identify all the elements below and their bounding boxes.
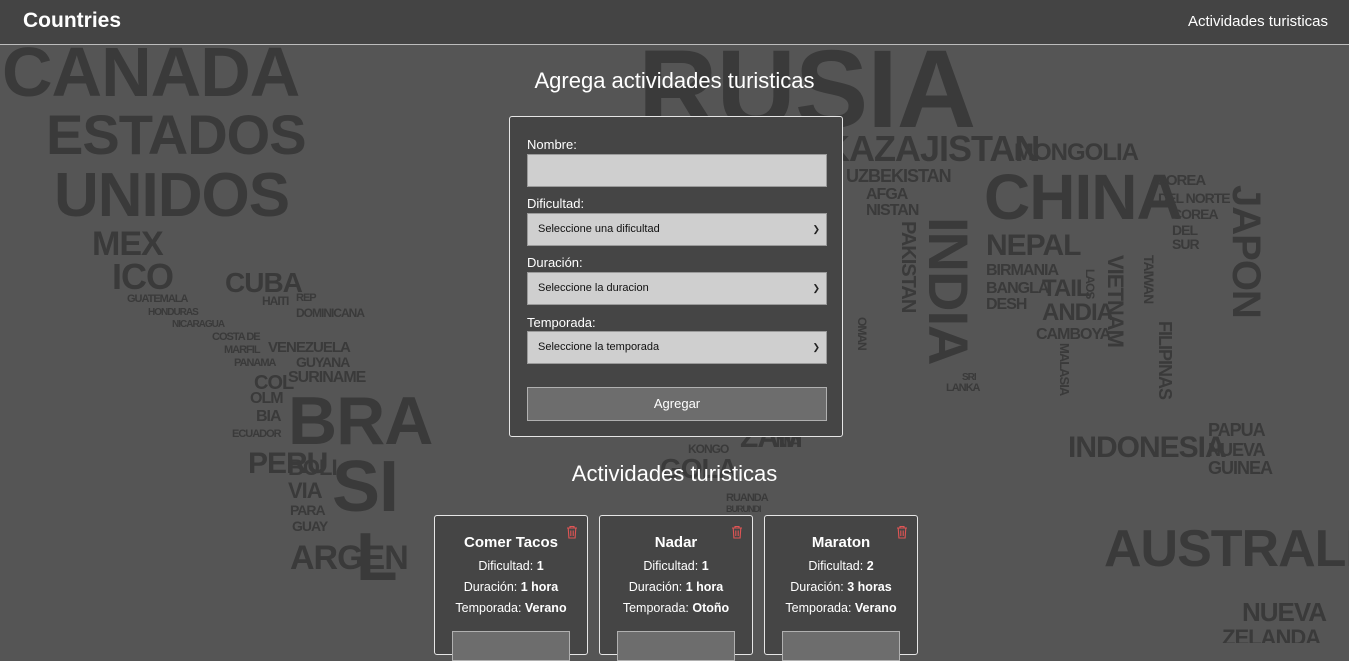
bg-word: JAPON [1224, 185, 1268, 318]
bg-word: AUSTRALIA [1104, 520, 1349, 578]
bg-word: PANAMA [234, 357, 276, 369]
top-navbar: Countries Actividades turisticas [0, 0, 1349, 45]
bg-word: LAOS [1083, 269, 1097, 299]
season-select[interactable]: Seleccione la temporada ❯ [527, 331, 827, 364]
activity-card: Nadar Dificultad: 1 Duración: 1 hora Tem… [599, 515, 753, 661]
difficulty-label: Dificultad: [527, 196, 585, 211]
bg-word: ICO [112, 256, 174, 297]
bg-word: DEL NORTE [1158, 190, 1231, 206]
activity-name: Nadar [654, 534, 698, 551]
name-label: Nombre: [527, 137, 577, 152]
activity-difficulty: Dificultad: 2 [808, 559, 874, 573]
bg-word: COREA [1172, 206, 1219, 222]
activity-duration: Duración: 1 hora [463, 580, 559, 594]
bg-word: UNIDOS [54, 161, 290, 230]
activity-card-button[interactable] [617, 631, 735, 661]
bg-word: VENEZUELA [268, 339, 351, 356]
bg-word: TAIWAN [1141, 255, 1157, 304]
activity-card: Maraton Dificultad: 2 Duración: 3 horas … [764, 515, 918, 661]
bg-word: MALASIA [1057, 343, 1072, 396]
bg-word: RUANDA [726, 492, 769, 504]
bg-word: PAKISTAN [897, 221, 919, 313]
bg-word: DEL [1172, 222, 1198, 238]
bg-word: GUAY [292, 518, 328, 534]
bg-word: OLM [250, 390, 284, 407]
bg-word: CAMBOYA [1036, 326, 1111, 343]
bg-word: SUR [1172, 236, 1200, 252]
bg-word: HONDURAS [148, 307, 199, 318]
bg-word: BANGLA [986, 280, 1049, 297]
bg-word: BURUNDI [726, 504, 761, 514]
activity-difficulty: Dificultad: 1 [478, 559, 544, 573]
bg-word: AFGA [866, 186, 908, 203]
name-input[interactable] [527, 154, 827, 187]
activity-season: Temporada: Verano [455, 601, 567, 615]
chevron-down-icon: ❯ [812, 224, 820, 234]
bg-word: GUATEMALA [127, 293, 188, 305]
chevron-down-icon: ❯ [812, 283, 820, 293]
duration-label: Duración: [527, 255, 583, 270]
activity-season: Temporada: Otoño [622, 601, 730, 615]
bg-word: BIA [256, 408, 282, 425]
bg-word: NIA [776, 434, 802, 451]
bg-word: INDIA [917, 217, 980, 365]
activity-name: Maraton [811, 534, 871, 551]
difficulty-select[interactable]: Seleccione una dificultad ❯ [527, 213, 827, 246]
duration-select[interactable]: Seleccione la duracion ❯ [527, 272, 827, 305]
bg-word: OMAN [855, 317, 869, 350]
activity-season: Temporada: Verano [785, 601, 897, 615]
activity-card-button[interactable] [782, 631, 900, 661]
bg-word: COREA [1156, 172, 1206, 189]
nav-link-activities[interactable]: Actividades turisticas [1188, 13, 1328, 30]
activity-card-button[interactable] [452, 631, 570, 661]
bg-word: DOMINICANA [296, 306, 365, 320]
activity-card: Comer Tacos Dificultad: 1 Duración: 1 ho… [434, 515, 588, 661]
activity-form: Nombre: Dificultad: Seleccione una dific… [509, 116, 843, 437]
activities-heading: Actividades turisticas [571, 461, 778, 486]
bg-word: CUBA [225, 267, 303, 298]
bg-word: ECUADOR [232, 428, 282, 440]
bg-word: VIETNAM [1103, 255, 1128, 347]
bg-word: GUYANA [296, 354, 350, 370]
season-select-value: Seleccione la temporada [538, 341, 660, 353]
bg-word: UZBEKISTAN [846, 166, 952, 186]
season-label: Temporada: [527, 315, 596, 330]
activity-difficulty: Dificultad: 1 [643, 559, 709, 573]
form-heading: Agrega actividades turisticas [534, 68, 815, 93]
bg-word: ARGEN [290, 539, 409, 577]
bg-word: NUEVA [1208, 440, 1266, 460]
bg-word: NISTAN [866, 202, 919, 219]
add-activity-button[interactable]: Agregar [527, 387, 827, 421]
bg-word: MARFIL [224, 344, 261, 356]
bg-word: INDONESIA [1068, 431, 1227, 464]
bg-word: ZELANDA [1222, 625, 1321, 644]
bg-word: FILIPINAS [1155, 321, 1175, 400]
activity-duration: Duración: 3 horas [790, 580, 892, 594]
bg-word: REP [296, 292, 317, 304]
duration-select-value: Seleccione la duracion [538, 282, 649, 294]
bg-word: LANKA [946, 382, 980, 394]
bg-word: COSTA DE [212, 331, 261, 343]
bg-word: PARA [290, 502, 326, 518]
bg-word: PAPUA [1208, 420, 1266, 440]
bg-word: BRA [288, 383, 433, 459]
difficulty-select-value: Seleccione una dificultad [538, 223, 660, 235]
activity-name: Comer Tacos [464, 534, 558, 551]
brand-logo[interactable]: Countries [23, 9, 121, 33]
bg-word: ESTADOS [46, 103, 307, 166]
bg-word: NICARAGUA [172, 319, 225, 330]
bg-word: DESH [986, 296, 1027, 313]
chevron-down-icon: ❯ [812, 342, 820, 352]
bg-word: CHINA [984, 161, 1183, 233]
bg-word: HAITI [262, 294, 289, 308]
activity-duration: Duración: 1 hora [628, 580, 724, 594]
bg-word: NUEVA [1242, 597, 1327, 627]
bg-word: NEPAL [986, 229, 1081, 262]
